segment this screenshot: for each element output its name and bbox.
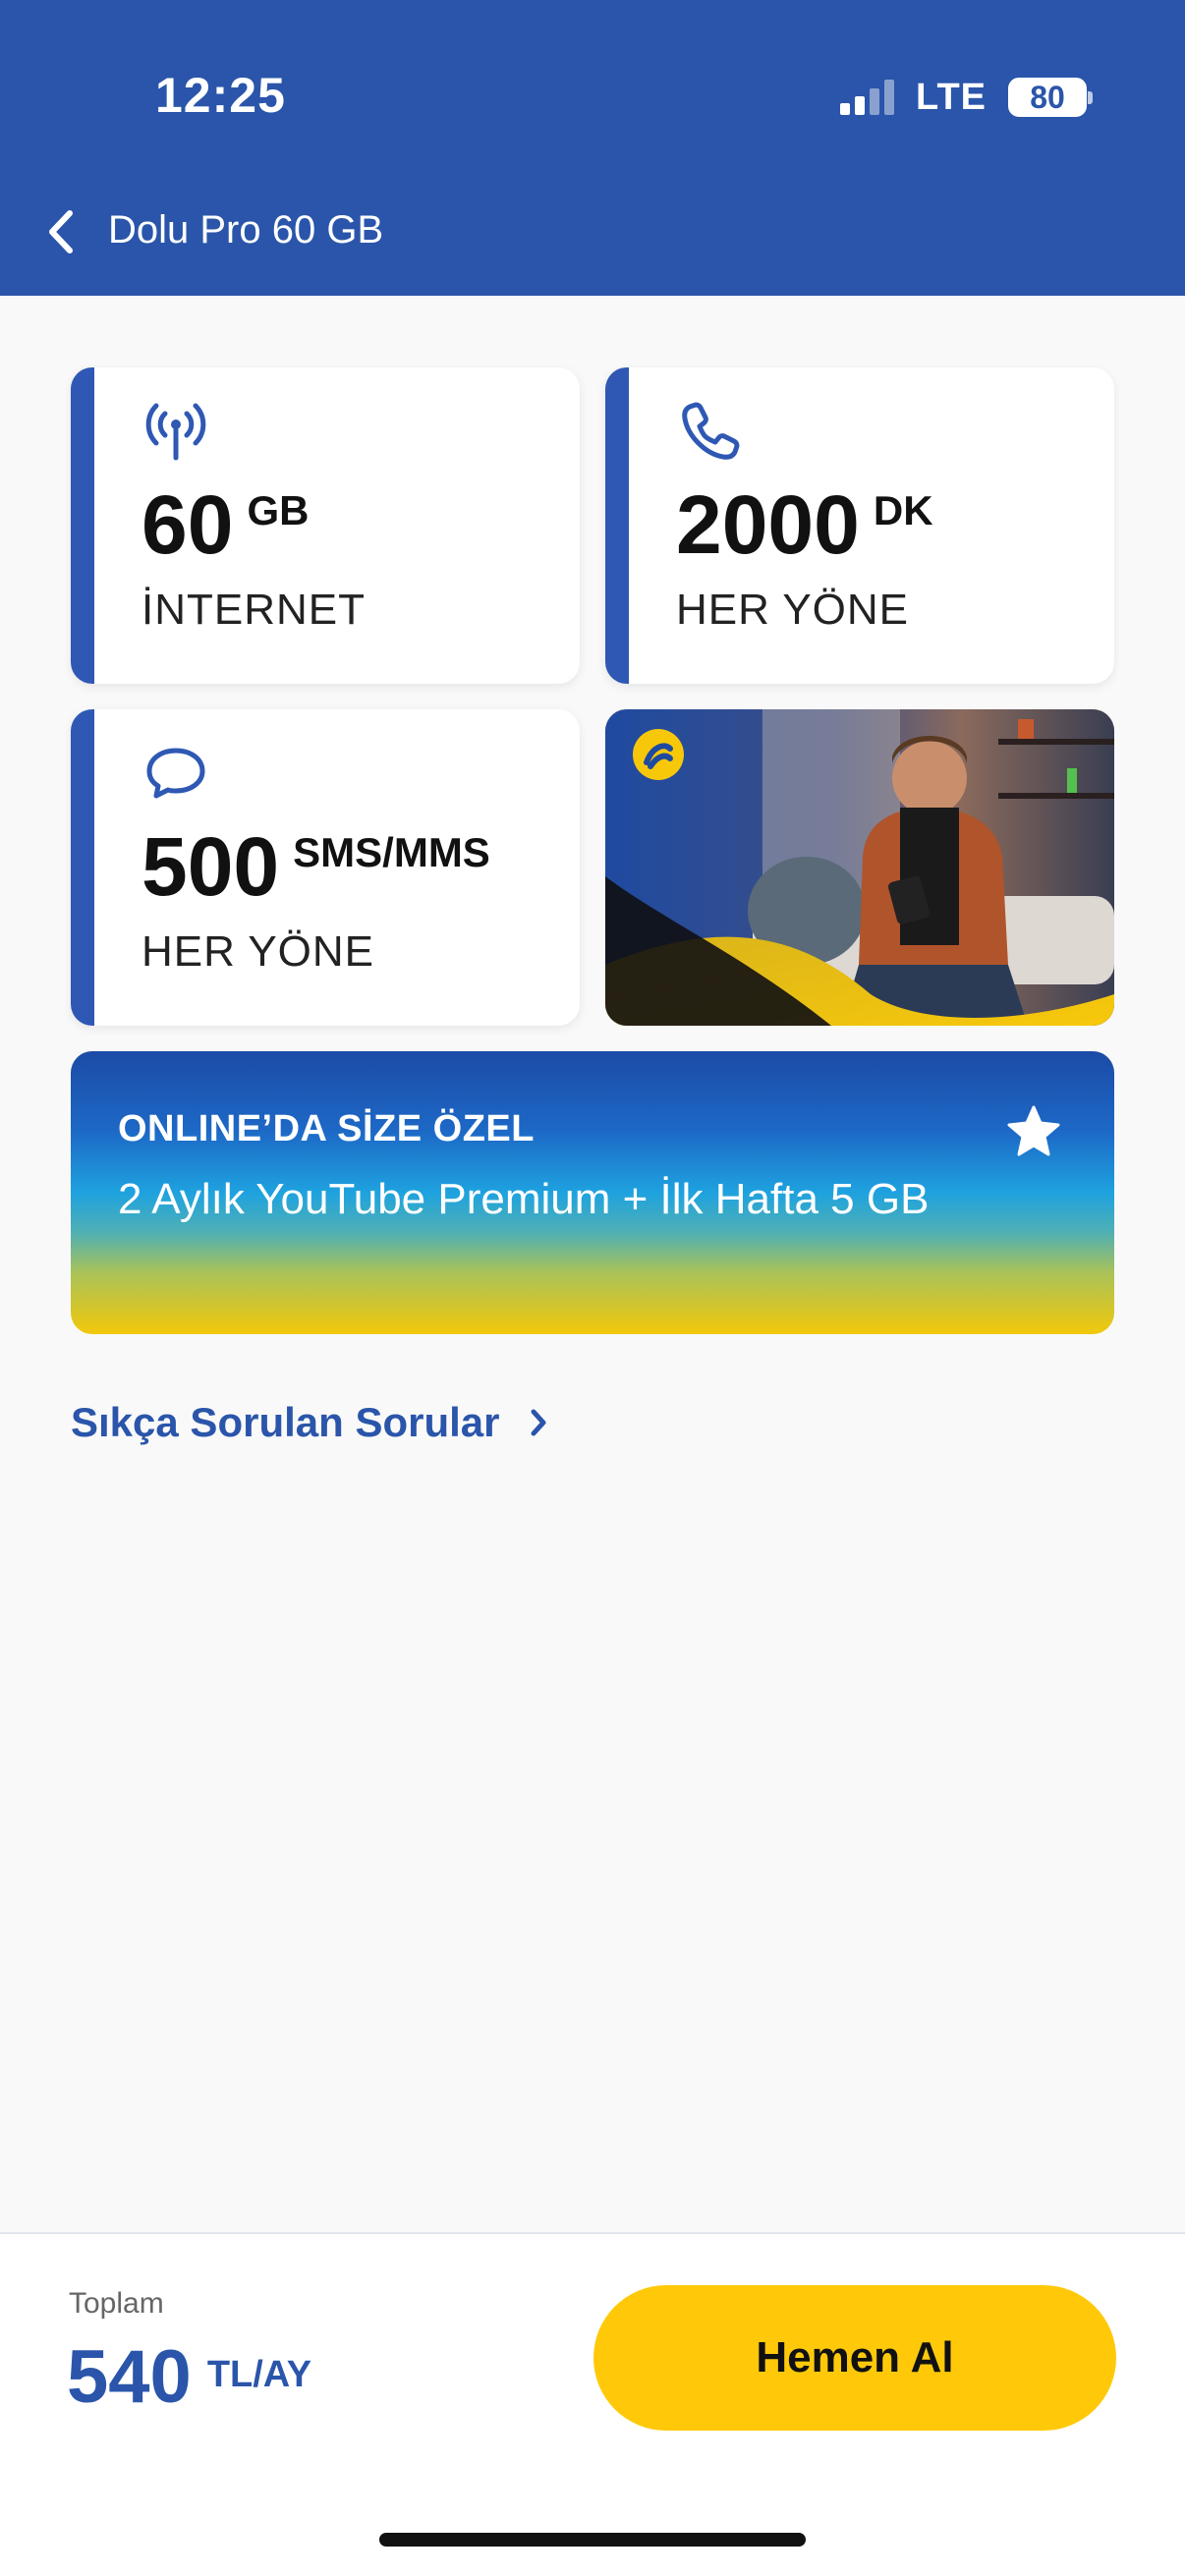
sms-value: 500 (141, 820, 280, 913)
checkout-footer: Toplam 540 TL/AY Hemen Al (0, 2232, 1185, 2576)
page-title: Dolu Pro 60 GB (108, 208, 384, 252)
sms-unit: SMS/MMS (293, 829, 490, 875)
chat-bubble-icon (146, 748, 205, 799)
total-label: Toplam (69, 2287, 164, 2320)
back-button[interactable] (39, 202, 83, 261)
status-indicators: LTE 80 (840, 73, 1093, 122)
home-indicator[interactable] (379, 2533, 806, 2547)
star-icon (1007, 1105, 1060, 1156)
chevron-right-icon (531, 1409, 545, 1436)
internet-label: İNTERNET (141, 586, 366, 634)
sms-label: HER YÖNE (141, 927, 375, 976)
internet-amount: 60 GB (141, 483, 309, 566)
total-price: 540 TL/AY (67, 2340, 311, 2415)
battery-level: 80 (1030, 80, 1065, 115)
internet-card[interactable]: 60 GB İNTERNET (71, 367, 580, 684)
minutes-unit: DK (873, 487, 933, 533)
minutes-amount: 2000 DK (676, 483, 933, 566)
minutes-label: HER YÖNE (676, 586, 910, 634)
network-type: LTE (916, 76, 987, 118)
app-header: 12:25 LTE 80 Dolu Pro 60 GB (0, 0, 1185, 296)
chevron-left-icon (49, 210, 73, 253)
minutes-value: 2000 (676, 478, 860, 571)
price-value: 540 (67, 2335, 192, 2419)
card-accent-stripe (71, 367, 94, 684)
faq-link[interactable]: Sıkça Sorulan Sorular (71, 1399, 547, 1446)
buy-now-button[interactable]: Hemen Al (593, 2285, 1116, 2431)
status-time: 12:25 (155, 68, 286, 123)
promo-photo-illustration (605, 709, 1114, 1026)
sms-amount: 500 SMS/MMS (141, 825, 490, 908)
internet-unit: GB (247, 487, 310, 533)
price-unit: TL/AY (206, 2354, 312, 2395)
card-accent-stripe (71, 709, 94, 1026)
antenna-icon (145, 403, 206, 461)
minutes-card[interactable]: 2000 DK HER YÖNE (605, 367, 1114, 684)
promo-text: 2 Aylık YouTube Premium + İlk Hafta 5 GB (118, 1175, 930, 1223)
online-offer-banner[interactable]: ONLINE’DA SİZE ÖZEL 2 Aylık YouTube Prem… (71, 1051, 1114, 1334)
phone-icon (682, 402, 740, 460)
faq-label: Sıkça Sorulan Sorular (71, 1399, 500, 1445)
sms-card[interactable]: 500 SMS/MMS HER YÖNE (71, 709, 580, 1026)
signal-icon (840, 80, 895, 115)
promo-title: ONLINE’DA SİZE ÖZEL (118, 1108, 535, 1149)
card-accent-stripe (605, 367, 629, 684)
promo-photo (605, 709, 1114, 1026)
battery-icon: 80 (1008, 78, 1093, 117)
internet-value: 60 (141, 478, 234, 571)
